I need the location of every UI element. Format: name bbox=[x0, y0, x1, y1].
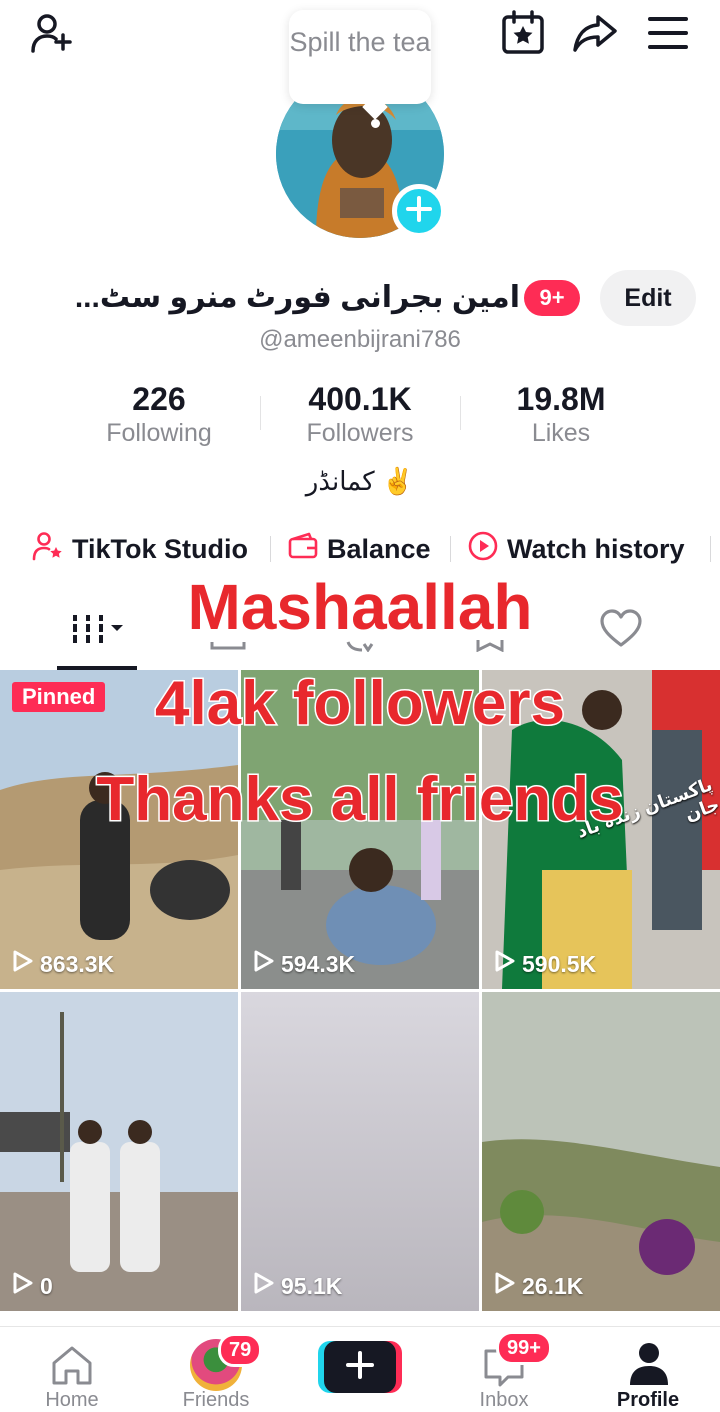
stat-value: 226 bbox=[132, 381, 186, 417]
play-outline-icon bbox=[253, 1271, 281, 1301]
video-thumbnail[interactable]: 95.1K bbox=[241, 992, 479, 1311]
video-thumbnail[interactable]: 26.1K bbox=[482, 992, 720, 1311]
video-thumbnail[interactable]: 0 bbox=[0, 992, 238, 1311]
bottom-navigation: Home 79 Friends 99+ Inbox Profile bbox=[0, 1326, 720, 1412]
view-count: 863.3K bbox=[12, 949, 114, 979]
view-count-value: 95.1K bbox=[281, 1272, 343, 1299]
play-outline-icon bbox=[494, 1271, 522, 1301]
nav-label: Profile bbox=[616, 1389, 680, 1411]
stat-likes[interactable]: 19.8M Likes bbox=[461, 380, 661, 448]
name-row: امین بجرانی فورٹ منرو سٹ... 9+ Edit bbox=[0, 270, 720, 328]
create-button[interactable] bbox=[318, 1341, 402, 1393]
nav-friends[interactable]: 79 Friends bbox=[144, 1327, 288, 1412]
share-arrow-icon[interactable] bbox=[570, 8, 620, 58]
link-label: Watch history bbox=[507, 533, 685, 564]
notification-badge[interactable]: 9+ bbox=[524, 280, 580, 316]
stat-value: 400.1K bbox=[308, 381, 412, 417]
stat-label: Likes bbox=[531, 419, 591, 447]
hamburger-menu-icon[interactable] bbox=[643, 8, 693, 58]
link-label: Balance bbox=[327, 533, 431, 564]
tiktok-studio-link[interactable]: TikTok Studio bbox=[32, 526, 248, 572]
stat-followers[interactable]: 400.1K Followers bbox=[260, 380, 460, 448]
inbox-badge: 99+ bbox=[496, 1331, 552, 1365]
view-count-value: 590.5K bbox=[522, 950, 597, 977]
play-outline-icon bbox=[494, 949, 522, 979]
view-count-value: 594.3K bbox=[281, 950, 356, 977]
display-name: امین بجرانی فورٹ منرو سٹ... bbox=[74, 281, 520, 314]
view-count: 0 bbox=[12, 1271, 53, 1301]
stat-divider bbox=[460, 396, 461, 430]
view-count-value: 0 bbox=[40, 1272, 53, 1299]
nav-inbox[interactable]: 99+ Inbox bbox=[432, 1327, 576, 1412]
stat-label: Following bbox=[106, 419, 212, 447]
play-outline-icon bbox=[253, 949, 281, 979]
plus-icon bbox=[405, 195, 433, 228]
person-plus-icon[interactable] bbox=[26, 8, 76, 58]
stat-value: 19.8M bbox=[516, 381, 606, 417]
bio: کمانڈر ✌️ bbox=[305, 466, 415, 496]
view-count: 95.1K bbox=[253, 1271, 342, 1301]
stat-divider bbox=[260, 396, 261, 430]
profile-links-row: TikTok Studio Balance Watch history bbox=[0, 526, 720, 572]
link-divider bbox=[450, 536, 451, 562]
overlay-caption-line3: Thanks all friends bbox=[95, 764, 625, 836]
nav-label: Home bbox=[45, 1389, 99, 1411]
view-count-value: 26.1K bbox=[522, 1272, 584, 1299]
edit-profile-button[interactable]: Edit bbox=[600, 270, 696, 326]
view-count: 594.3K bbox=[253, 949, 355, 979]
friends-badge: 79 bbox=[218, 1333, 263, 1367]
overlay-caption-line2: 4lak followers bbox=[153, 668, 566, 740]
spill-the-tea-bubble[interactable]: Spill the tea bbox=[289, 10, 431, 104]
username: @ameenbijrani786 bbox=[259, 326, 461, 353]
view-count: 590.5K bbox=[494, 949, 596, 979]
wallet-icon bbox=[287, 530, 327, 569]
watch-history-link[interactable]: Watch history bbox=[467, 526, 685, 572]
person-star-icon bbox=[32, 530, 72, 569]
stat-label: Followers bbox=[306, 419, 414, 447]
bubble-dot bbox=[371, 119, 380, 128]
play-outline-icon bbox=[12, 1271, 40, 1301]
play-outline-icon bbox=[12, 949, 40, 979]
add-story-button[interactable] bbox=[392, 184, 446, 238]
overlay-caption-line1: Mashaallah bbox=[186, 570, 534, 645]
profile-icon bbox=[628, 1341, 670, 1390]
stat-following[interactable]: 226 Following bbox=[59, 380, 259, 448]
view-count-value: 863.3K bbox=[40, 950, 115, 977]
calendar-star-icon[interactable] bbox=[498, 8, 548, 58]
nav-home[interactable]: Home bbox=[0, 1327, 144, 1412]
home-icon bbox=[50, 1343, 94, 1392]
link-divider bbox=[710, 536, 711, 562]
balance-link[interactable]: Balance bbox=[287, 526, 431, 572]
link-divider bbox=[270, 536, 271, 562]
nav-label: Inbox bbox=[479, 1389, 529, 1411]
view-count: 26.1K bbox=[494, 1271, 583, 1301]
stats-row: 226 Following 400.1K Followers 19.8M Lik… bbox=[0, 380, 720, 450]
play-circle-icon bbox=[467, 530, 507, 569]
plus-icon bbox=[346, 1350, 374, 1384]
link-label: TikTok Studio bbox=[72, 533, 249, 564]
nav-label: Friends bbox=[182, 1389, 250, 1411]
nav-profile[interactable]: Profile bbox=[576, 1327, 720, 1412]
